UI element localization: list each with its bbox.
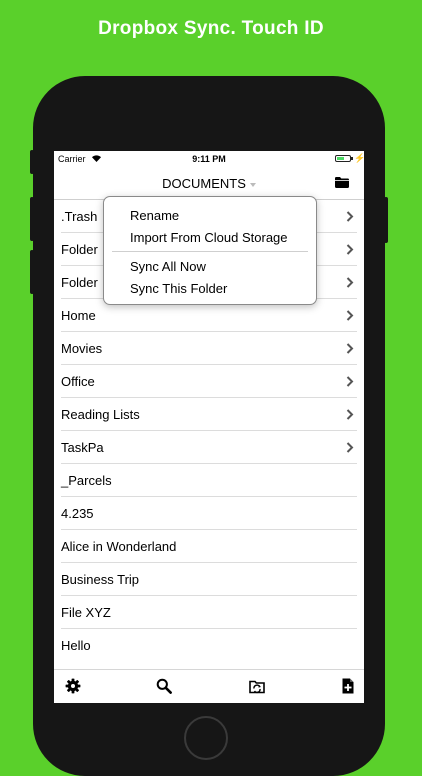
charging-icon: ⚡ (354, 153, 364, 163)
menu-item-sync-all[interactable]: Sync All Now (130, 259, 206, 274)
headline: Dropbox Sync. Touch ID (98, 18, 324, 39)
list-item-label: Folder (61, 275, 98, 290)
list-item-label: 4.235 (61, 506, 94, 521)
new-document-icon[interactable] (340, 678, 356, 694)
home-button (184, 716, 228, 760)
menu-item-rename[interactable]: Rename (130, 208, 179, 223)
list-item-label: Business Trip (61, 572, 140, 587)
chevron-right-icon (346, 442, 354, 453)
battery-cap (351, 157, 353, 160)
list-item-label: .Trash (61, 209, 98, 224)
list-item-label: Movies (61, 341, 103, 356)
context-menu: Rename Import From Cloud Storage Sync Al… (103, 196, 317, 305)
list-item[interactable]: Movies (54, 332, 364, 365)
status-time: 9:11 PM (192, 154, 226, 164)
folder-title: DOCUMENTS (162, 176, 246, 191)
list-item[interactable]: Office (54, 365, 364, 398)
search-icon[interactable] (156, 678, 172, 694)
chevron-right-icon (346, 310, 354, 321)
battery-icon (335, 155, 351, 162)
chevron-right-icon (346, 343, 354, 354)
list-item[interactable]: 4.235 (54, 497, 364, 530)
power-button (384, 197, 388, 243)
app-screen: Carrier 9:11 PM ⚡ DOCUMENTS .Trash Folde… (54, 151, 364, 703)
list-item[interactable]: TaskPa (54, 431, 364, 464)
list-item[interactable]: File XYZ (54, 596, 364, 629)
folder-title-dropdown[interactable]: DOCUMENTS (54, 176, 364, 191)
menu-item-sync-folder[interactable]: Sync This Folder (130, 281, 227, 296)
list-item-label: Alice in Wonderland (61, 539, 177, 554)
volume-up-button (30, 197, 34, 241)
list-item-label: File XYZ (61, 605, 111, 620)
folder-sync-icon[interactable] (249, 678, 265, 694)
chevron-right-icon (346, 277, 354, 288)
bottom-toolbar (54, 669, 364, 703)
gear-icon[interactable] (65, 678, 81, 694)
list-item[interactable]: _Parcels (54, 464, 364, 497)
list-item-label: Folder (61, 242, 98, 257)
chevron-right-icon (346, 376, 354, 387)
mute-switch (30, 150, 34, 174)
list-item[interactable]: Business Trip (54, 563, 364, 596)
volume-down-button (30, 250, 34, 294)
chevron-down-icon (249, 182, 256, 187)
status-bar: Carrier 9:11 PM ⚡ (54, 151, 364, 167)
menu-divider (112, 251, 308, 252)
list-item-label: TaskPa (61, 440, 104, 455)
menu-item-import-cloud[interactable]: Import From Cloud Storage (130, 230, 288, 245)
list-item-label: Reading Lists (61, 407, 140, 422)
list-item-label: Hello (61, 638, 91, 653)
chevron-right-icon (346, 244, 354, 255)
list-item-label: Office (61, 374, 95, 389)
chevron-right-icon (346, 409, 354, 420)
list-item-label: _Parcels (61, 473, 112, 488)
folder-icon[interactable] (335, 177, 349, 188)
chevron-right-icon (346, 211, 354, 222)
list-item[interactable]: Alice in Wonderland (54, 530, 364, 563)
list-item[interactable]: Hello (54, 629, 364, 662)
list-item[interactable]: Reading Lists (54, 398, 364, 431)
list-item-label: Home (61, 308, 96, 323)
